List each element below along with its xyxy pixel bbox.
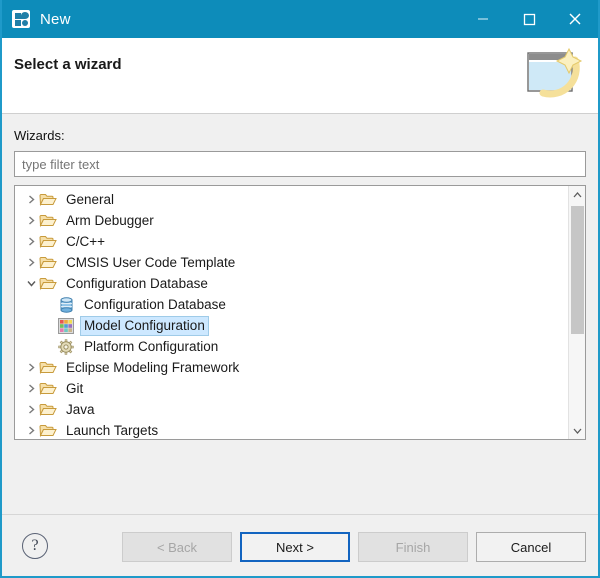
chevron-down-icon[interactable] — [23, 276, 39, 292]
tree-item-label: CMSIS User Code Template — [66, 254, 236, 270]
tree-item-label: Configuration Database — [66, 275, 208, 291]
title-bar: New — [2, 0, 598, 38]
scroll-up-button[interactable] — [569, 186, 585, 203]
tree-item-c-c[interactable]: C/C++ — [15, 231, 568, 252]
chevron-right-icon[interactable] — [23, 360, 39, 376]
window-controls — [460, 0, 598, 38]
folder-icon — [39, 402, 57, 418]
new-wizard-dialog: New Select a wizard Wizards: type filter… — [0, 0, 600, 578]
folder-icon — [39, 276, 57, 292]
minimize-button[interactable] — [460, 0, 506, 38]
folder-icon — [39, 360, 57, 376]
folder-icon — [39, 234, 57, 250]
window-title: New — [40, 10, 71, 28]
chevron-right-icon[interactable] — [23, 381, 39, 397]
tree-item-arm-debugger[interactable]: Arm Debugger — [15, 210, 568, 231]
chevron-right-icon[interactable] — [23, 402, 39, 418]
tree-item-java[interactable]: Java — [15, 399, 568, 420]
finish-button: Finish — [358, 532, 468, 562]
page-title: Select a wizard — [14, 56, 122, 73]
back-button: < Back — [122, 532, 232, 562]
help-button[interactable]: ? — [22, 532, 48, 559]
dialog-body: Wizards: General Arm Debugger C/C++ CMSIS U… — [2, 114, 598, 514]
cancel-button[interactable]: Cancel — [476, 532, 586, 562]
tree-item-cmsis-user-code-template[interactable]: CMSIS User Code Template — [15, 252, 568, 273]
tree-item-label: C/C++ — [66, 233, 106, 249]
tree-item-configuration-database[interactable]: Configuration Database — [15, 294, 568, 315]
close-button[interactable] — [552, 0, 598, 38]
wizard-tree-list: General Arm Debugger C/C++ CMSIS User Code … — [15, 186, 568, 439]
dialog-buttons: < Back Next > Finish Cancel — [122, 532, 586, 562]
tree-item-label: General — [66, 191, 115, 207]
chevron-right-icon[interactable] — [23, 423, 39, 439]
tree-item-git[interactable]: Git — [15, 378, 568, 399]
scrollbar-thumb[interactable] — [571, 206, 584, 334]
folder-icon — [39, 213, 57, 229]
tree-item-launch-targets[interactable]: Launch Targets — [15, 420, 568, 439]
tree-item-label: Configuration Database — [84, 296, 226, 312]
database-icon — [57, 296, 75, 313]
wizard-tree[interactable]: General Arm Debugger C/C++ CMSIS User Code … — [14, 185, 586, 440]
model-mosaic-icon — [57, 317, 75, 334]
wizard-banner-icon — [516, 43, 588, 109]
folder-icon — [39, 255, 57, 271]
scroll-down-button[interactable] — [569, 422, 585, 439]
tree-item-label: Git — [66, 380, 84, 396]
dialog-footer: ? < Back Next > Finish Cancel — [2, 514, 598, 576]
new-wizard-icon — [12, 10, 30, 28]
chevron-right-icon[interactable] — [23, 255, 39, 271]
folder-icon — [39, 423, 57, 439]
tree-item-label: Model Configuration — [80, 315, 209, 336]
wizards-label: Wizards: — [14, 128, 65, 143]
chevron-right-icon[interactable] — [23, 234, 39, 250]
tree-item-label: Java — [66, 401, 95, 417]
tree-item-label: Launch Targets — [66, 422, 159, 438]
folder-icon — [39, 192, 57, 208]
filter-input[interactable] — [14, 151, 586, 177]
tree-item-label: Platform Configuration — [84, 338, 219, 354]
next-button[interactable]: Next > — [240, 532, 350, 562]
chevron-right-icon[interactable] — [23, 213, 39, 229]
folder-icon — [39, 381, 57, 397]
tree-item-model-configuration[interactable]: Model Configuration — [15, 315, 568, 336]
tree-item-configuration-database[interactable]: Configuration Database — [15, 273, 568, 294]
tree-item-label: Arm Debugger — [66, 212, 154, 228]
tree-item-platform-configuration[interactable]: Platform Configuration — [15, 336, 568, 357]
wizard-banner: Select a wizard — [2, 38, 598, 114]
tree-item-label: Eclipse Modeling Framework — [66, 359, 240, 375]
tree-scrollbar[interactable] — [568, 186, 585, 439]
tree-item-eclipse-modeling-framework[interactable]: Eclipse Modeling Framework — [15, 357, 568, 378]
gear-icon — [57, 338, 75, 355]
chevron-right-icon[interactable] — [23, 192, 39, 208]
maximize-button[interactable] — [506, 0, 552, 38]
tree-item-general[interactable]: General — [15, 189, 568, 210]
